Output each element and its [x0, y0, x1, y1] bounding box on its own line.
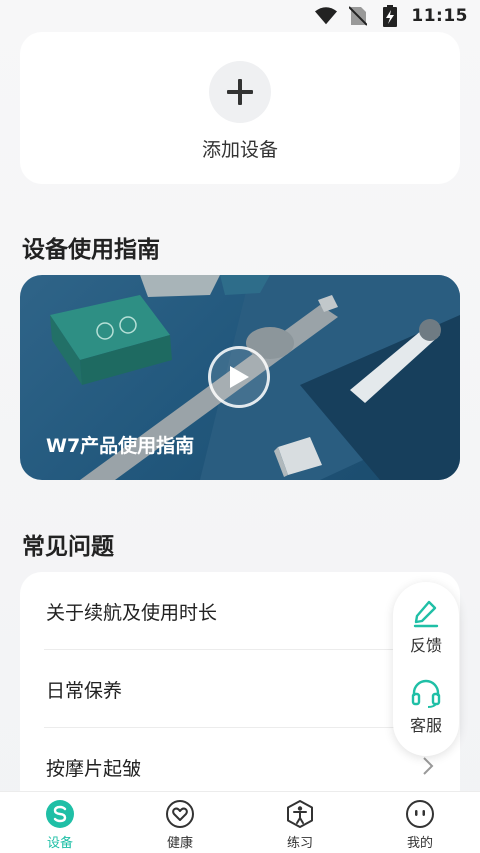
bottom-tab-bar: 设备 健康 练习 我的	[0, 791, 480, 853]
exercise-icon	[287, 800, 313, 828]
add-device-button[interactable]	[209, 60, 271, 123]
headset-icon	[411, 679, 441, 708]
customer-service-button[interactable]: 客服	[393, 678, 459, 736]
play-icon	[230, 366, 249, 388]
floating-action-panel: 反馈 客服	[393, 582, 459, 756]
tab-label: 健康	[166, 836, 193, 851]
guide-video-card[interactable]: W7产品使用指南	[20, 275, 460, 480]
add-device-card[interactable]: 添加设备	[20, 32, 460, 184]
play-button[interactable]	[208, 346, 270, 408]
add-device-label: 添加设备	[201, 138, 278, 161]
profile-icon	[406, 800, 434, 828]
wifi-icon	[315, 5, 338, 27]
no-sim-icon	[347, 5, 369, 27]
customer-service-label: 客服	[409, 716, 442, 735]
tab-label: 我的	[406, 836, 433, 851]
faq-section-title: 常见问题	[22, 534, 114, 560]
faq-item-label: 按摩片起皱	[46, 757, 142, 780]
device-icon	[46, 800, 74, 828]
faq-item-label: 日常保养	[46, 679, 123, 702]
tab-exercise[interactable]: 练习	[240, 792, 360, 853]
guide-video-title: W7产品使用指南	[46, 435, 195, 457]
guide-section-title: 设备使用指南	[22, 237, 160, 263]
battery-charging-icon	[379, 5, 401, 27]
clock: 11:15	[411, 6, 468, 26]
feedback-button[interactable]: 反馈	[393, 598, 459, 656]
plus-icon	[227, 78, 253, 105]
tab-health[interactable]: 健康	[120, 792, 240, 853]
tab-device[interactable]: 设备	[0, 792, 120, 853]
faq-item-label: 关于续航及使用时长	[46, 601, 218, 624]
tab-label: 设备	[46, 836, 73, 851]
chevron-right-icon	[423, 757, 434, 775]
edit-icon	[413, 600, 439, 628]
feedback-label: 反馈	[409, 636, 442, 655]
tab-label: 练习	[286, 836, 313, 851]
tab-profile[interactable]: 我的	[360, 792, 480, 853]
heart-icon	[166, 800, 194, 828]
status-bar: 11:15	[0, 0, 480, 32]
